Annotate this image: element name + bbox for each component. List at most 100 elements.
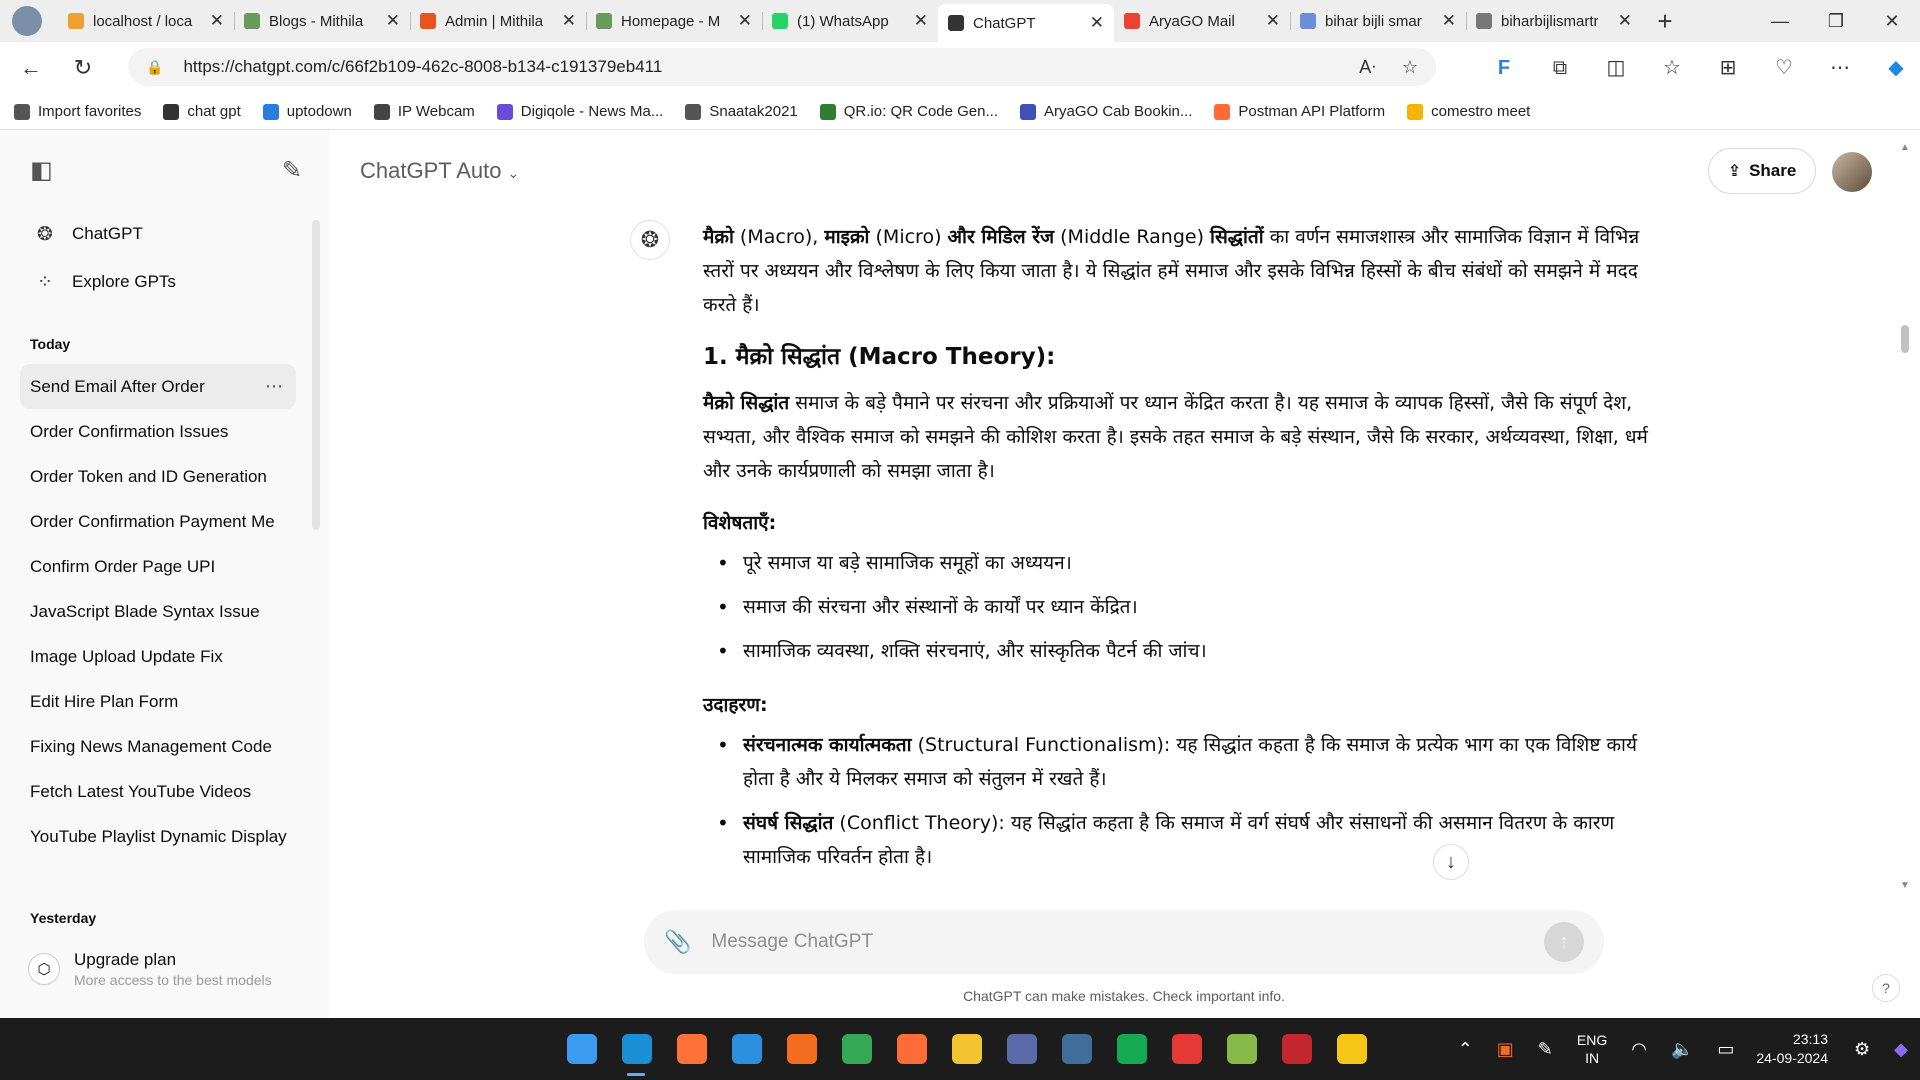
favorite-link[interactable]: Snaatak2021 — [685, 103, 798, 120]
user-avatar[interactable] — [1832, 152, 1872, 192]
taskbar-app[interactable] — [664, 1018, 719, 1080]
sidebar-toggle-icon[interactable]: ◧ — [30, 156, 53, 185]
chat-history-item[interactable]: Fetch Latest YouTube Videos — [0, 769, 296, 814]
taskbar-app[interactable] — [1049, 1018, 1104, 1080]
browser-profile-avatar[interactable] — [12, 6, 42, 36]
close-tab-icon[interactable]: ✕ — [1266, 11, 1280, 31]
chat-history-item[interactable]: Send Email After Order ⋯ — [20, 364, 296, 409]
taskbar-app[interactable] — [884, 1018, 939, 1080]
browser-tab[interactable]: (1) WhatsApp ✕ — [762, 0, 938, 42]
attach-icon[interactable]: 📎 — [664, 929, 691, 955]
taskbar-app[interactable] — [939, 1018, 994, 1080]
new-tab-button[interactable]: + — [1642, 6, 1688, 37]
chevron-up-icon[interactable]: ⌃ — [1458, 1039, 1473, 1060]
browser-tab[interactable]: localhost / loca ✕ — [58, 0, 234, 42]
chat-history-item[interactable]: Image Upload Update Fix — [0, 634, 296, 679]
favorite-link[interactable]: Import favorites — [14, 103, 141, 120]
fi-extension-icon[interactable]: F — [1476, 52, 1532, 84]
scrollbar-thumb[interactable] — [1901, 325, 1909, 353]
volume-icon[interactable]: 🔈 — [1671, 1039, 1693, 1060]
browser-tab[interactable]: bihar bijli smar ✕ — [1290, 0, 1466, 42]
battery-icon[interactable]: ▭ — [1717, 1039, 1734, 1060]
taskbar-app[interactable] — [554, 1018, 609, 1080]
split-screen-icon[interactable]: ◫ — [1588, 52, 1644, 84]
new-chat-icon[interactable]: ✎ — [282, 156, 302, 185]
chat-history-item[interactable]: Confirm Order Page UPI — [0, 544, 296, 589]
url-field[interactable]: 🔒 https://chatgpt.com/c/66f2b109-462c-80… — [128, 48, 1436, 86]
pen-icon[interactable]: ✎ — [1538, 1039, 1553, 1060]
close-window-icon[interactable]: ✕ — [1864, 0, 1920, 42]
taskbar-app[interactable] — [719, 1018, 774, 1080]
collections-icon[interactable]: ⊞ — [1700, 52, 1756, 84]
taskbar-app[interactable] — [774, 1018, 829, 1080]
close-tab-icon[interactable]: ✕ — [1442, 11, 1456, 31]
favorite-link[interactable]: Postman API Platform — [1214, 103, 1385, 120]
browser-tab[interactable]: AryaGO Mail ✕ — [1114, 0, 1290, 42]
model-selector[interactable]: ChatGPT Auto ⌄ — [360, 158, 519, 184]
chat-history-item[interactable]: Fixing News Management Code — [0, 724, 296, 769]
refresh-icon[interactable]: ↻ — [62, 55, 104, 81]
taskbar-app[interactable] — [1324, 1018, 1379, 1080]
close-tab-icon[interactable]: ✕ — [738, 11, 752, 31]
favorite-link[interactable]: AryaGO Cab Bookin... — [1020, 103, 1192, 120]
copilot-icon[interactable]: ◆ — [1868, 52, 1920, 84]
sidebar-item-explore-gpts[interactable]: ⁘ Explore GPTs — [0, 258, 330, 306]
extensions-icon[interactable]: ⧉ — [1532, 52, 1588, 84]
chat-history-item[interactable]: Order Confirmation Issues — [0, 409, 296, 454]
close-tab-icon[interactable]: ✕ — [1090, 13, 1104, 33]
settings-gear-icon[interactable]: ⚙ — [1854, 1039, 1870, 1060]
more-options-icon[interactable]: ⋯ — [265, 376, 284, 397]
sidebar-scrollbar[interactable] — [312, 220, 320, 530]
favorite-link[interactable]: uptodown — [262, 103, 352, 120]
browser-essentials-icon[interactable]: ♡ — [1756, 52, 1812, 84]
taskbar-app[interactable] — [829, 1018, 884, 1080]
scroll-to-bottom-button[interactable]: ↓ — [1433, 844, 1469, 880]
clock[interactable]: 23:13 24-09-2024 — [1756, 1030, 1828, 1068]
taskbar-app[interactable] — [609, 1018, 664, 1080]
lock-icon[interactable]: 🔒 — [146, 59, 163, 76]
chat-history-item[interactable]: Order Token and ID Generation — [0, 454, 296, 499]
language-indicator[interactable]: ENG IN — [1577, 1031, 1607, 1067]
browser-tab[interactable]: Admin | Mithila ✕ — [410, 0, 586, 42]
favorite-link[interactable]: Digiqole - News Ma... — [496, 103, 663, 120]
close-tab-icon[interactable]: ✕ — [914, 11, 928, 31]
help-icon[interactable]: ? — [1872, 974, 1900, 1002]
chat-history-item[interactable]: Order Confirmation Payment Me — [0, 499, 296, 544]
chat-history-item[interactable]: YouTube Playlist Dynamic Display — [0, 814, 296, 859]
taskbar-app[interactable] — [1104, 1018, 1159, 1080]
taskbar-app[interactable] — [1214, 1018, 1269, 1080]
favorite-link[interactable]: chat gpt — [163, 103, 241, 120]
close-tab-icon[interactable]: ✕ — [562, 11, 576, 31]
message-input[interactable] — [711, 931, 1544, 953]
xampp-tray-icon[interactable]: ▣ — [1497, 1039, 1514, 1060]
favorite-link[interactable]: IP Webcam — [373, 103, 475, 120]
chat-history-item[interactable]: JavaScript Blade Syntax Issue — [0, 589, 296, 634]
favorite-link[interactable]: comestro meet — [1407, 103, 1530, 120]
taskbar-app[interactable] — [994, 1018, 1049, 1080]
page-scrollbar[interactable]: ▲ ▼ — [1898, 140, 1912, 1010]
send-button[interactable]: ↑ — [1544, 922, 1584, 962]
copilot-taskbar-icon[interactable]: ◆ — [1894, 1039, 1908, 1060]
close-tab-icon[interactable]: ✕ — [1618, 11, 1632, 31]
upgrade-plan-button[interactable]: ⬡ Upgrade plan More access to the best m… — [28, 950, 272, 988]
close-tab-icon[interactable]: ✕ — [210, 11, 224, 31]
minimize-icon[interactable]: — — [1752, 0, 1808, 42]
chat-history-item[interactable]: Edit Hire Plan Form — [0, 679, 296, 724]
url-text[interactable]: https://chatgpt.com/c/66f2b109-462c-8008… — [183, 57, 1333, 77]
back-icon[interactable]: ← — [10, 55, 52, 81]
favorite-link[interactable]: QR.io: QR Code Gen... — [819, 103, 998, 120]
scroll-down-arrow-icon[interactable]: ▼ — [1900, 880, 1910, 891]
more-menu-icon[interactable]: ⋯ — [1812, 52, 1868, 84]
read-aloud-icon[interactable]: Aᐧ — [1359, 57, 1376, 78]
browser-tab[interactable]: Blogs - Mithila ✕ — [234, 0, 410, 42]
browser-tab[interactable]: Homepage - M ✕ — [586, 0, 762, 42]
share-button[interactable]: ⇪ Share — [1708, 148, 1816, 194]
taskbar-app[interactable] — [1269, 1018, 1324, 1080]
browser-tab[interactable]: ChatGPT ✕ — [938, 4, 1114, 42]
restore-icon[interactable]: ❐ — [1808, 0, 1864, 42]
close-tab-icon[interactable]: ✕ — [386, 11, 400, 31]
taskbar-app[interactable] — [1159, 1018, 1214, 1080]
wifi-icon[interactable]: ◠ — [1631, 1039, 1647, 1060]
sidebar-item-chatgpt[interactable]: ❂ ChatGPT — [0, 210, 330, 258]
favorite-star-icon[interactable]: ☆ — [1402, 57, 1418, 78]
